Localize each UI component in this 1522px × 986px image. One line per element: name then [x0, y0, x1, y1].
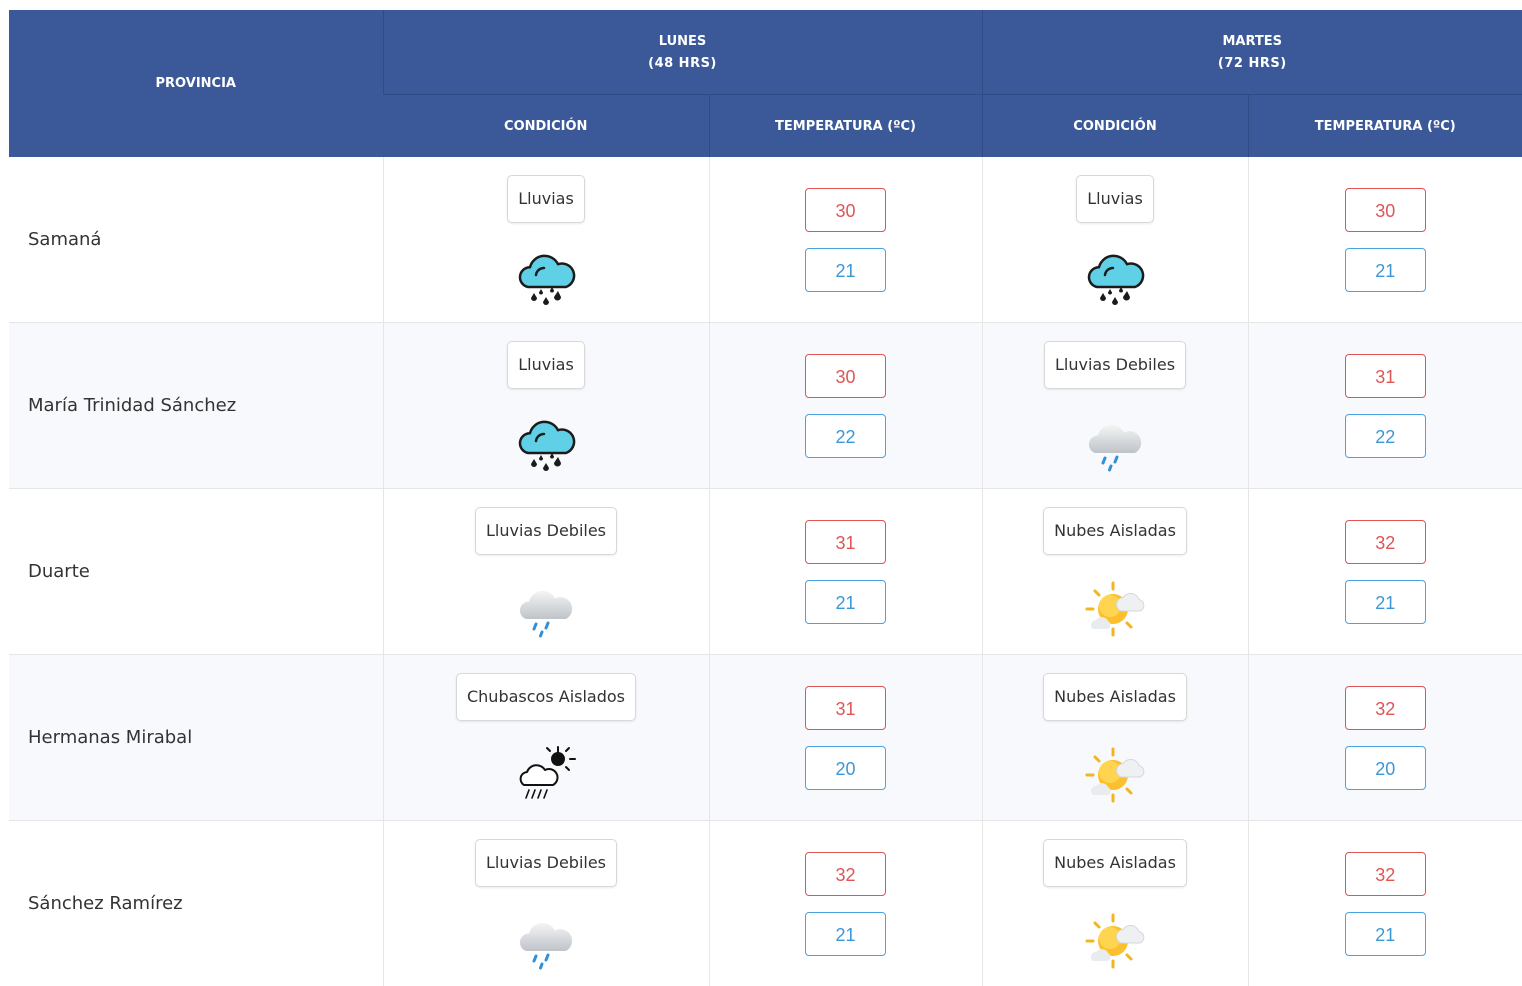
- sun-cloud-icon: [1083, 577, 1147, 641]
- table-row: Duarte Lluvias Debiles 31 21 Nubes Aisla…: [9, 489, 1522, 655]
- day-1-condition-cell: Lluvias Debiles: [383, 821, 709, 986]
- header-day-1: LUNES (48 HRS): [383, 10, 982, 95]
- day-1-temperature-cell: 31 21: [709, 489, 982, 655]
- day-2-max-temp: 31: [1345, 354, 1426, 398]
- rain-cloud-icon: [1083, 245, 1147, 309]
- province-name: Duarte: [9, 489, 383, 655]
- rain-cloud-icon: [514, 245, 578, 309]
- day-2-condition-label: Nubes Aisladas: [1043, 507, 1187, 555]
- table-body: Samaná Lluvias 30 21 Lluvias 30 21 María…: [9, 157, 1522, 986]
- day-1-condition-label: Lluvias Debiles: [475, 507, 617, 555]
- day-1-max-temp: 30: [805, 188, 886, 232]
- day-2-max-temp: 32: [1345, 520, 1426, 564]
- day-2-condition-cell: Lluvias Debiles: [982, 323, 1248, 489]
- day-2-condition-label: Lluvias Debiles: [1044, 341, 1186, 389]
- day-2-condition-cell: Nubes Aisladas: [982, 655, 1248, 821]
- table-row: Samaná Lluvias 30 21 Lluvias 30 21: [9, 157, 1522, 323]
- header-province: PROVINCIA: [9, 10, 383, 157]
- day-1-min-temp: 22: [805, 414, 886, 458]
- day-2-condition-cell: Lluvias: [982, 157, 1248, 323]
- province-name: María Trinidad Sánchez: [9, 323, 383, 489]
- day-1-condition-cell: Lluvias: [383, 323, 709, 489]
- sun-cloud-icon: [1083, 743, 1147, 807]
- day-2-condition-label: Lluvias: [1076, 175, 1154, 223]
- header-day-1-sub: (48 HRS): [648, 56, 717, 71]
- day-1-condition-label: Lluvias: [507, 175, 585, 223]
- day-1-temperature-cell: 32 21: [709, 821, 982, 986]
- day-1-min-temp: 21: [805, 580, 886, 624]
- day-2-temperature-cell: 32 21: [1248, 489, 1522, 655]
- province-name: Hermanas Mirabal: [9, 655, 383, 821]
- day-1-condition-cell: Lluvias: [383, 157, 709, 323]
- day-1-temperature-cell: 30 22: [709, 323, 982, 489]
- light-rain-icon: [514, 577, 578, 641]
- day-2-condition-cell: Nubes Aisladas: [982, 489, 1248, 655]
- province-name: Samaná: [9, 157, 383, 323]
- day-2-temperature-cell: 30 21: [1248, 157, 1522, 323]
- day-2-min-temp: 21: [1345, 248, 1426, 292]
- table-row: María Trinidad Sánchez Lluvias 30 22 Llu…: [9, 323, 1522, 489]
- day-1-min-temp: 21: [805, 248, 886, 292]
- day-2-min-temp: 22: [1345, 414, 1426, 458]
- day-1-temperature-cell: 31 20: [709, 655, 982, 821]
- header-day-1-condition: CONDICIÓN: [383, 95, 709, 158]
- table-header: PROVINCIA LUNES (48 HRS) MARTES (72 HRS)…: [9, 10, 1522, 157]
- header-day-1-temperature: TEMPERATURA (ºC): [709, 95, 982, 158]
- day-2-max-temp: 30: [1345, 188, 1426, 232]
- sun-cloud-icon: [1083, 909, 1147, 973]
- day-1-temperature-cell: 30 21: [709, 157, 982, 323]
- forecast-table-container: PROVINCIA LUNES (48 HRS) MARTES (72 HRS)…: [9, 10, 1522, 986]
- header-day-1-name: LUNES: [659, 34, 707, 49]
- day-2-temperature-cell: 32 20: [1248, 655, 1522, 821]
- header-day-2-condition: CONDICIÓN: [982, 95, 1248, 158]
- day-2-min-temp: 20: [1345, 746, 1426, 790]
- header-day-2-name: MARTES: [1223, 34, 1283, 49]
- day-1-max-temp: 31: [805, 520, 886, 564]
- day-2-temperature-cell: 31 22: [1248, 323, 1522, 489]
- day-1-max-temp: 31: [805, 686, 886, 730]
- sun-shower-icon: [514, 743, 578, 807]
- header-day-2-sub: (72 HRS): [1218, 56, 1287, 71]
- day-2-condition-label: Nubes Aisladas: [1043, 673, 1187, 721]
- day-2-condition-cell: Nubes Aisladas: [982, 821, 1248, 986]
- day-1-condition-cell: Lluvias Debiles: [383, 489, 709, 655]
- table-row: Sánchez Ramírez Lluvias Debiles 32 21 Nu…: [9, 821, 1522, 986]
- forecast-table: PROVINCIA LUNES (48 HRS) MARTES (72 HRS)…: [9, 10, 1522, 986]
- day-2-max-temp: 32: [1345, 852, 1426, 896]
- day-2-min-temp: 21: [1345, 580, 1426, 624]
- table-row: Hermanas Mirabal Chubascos Aislados 31 2…: [9, 655, 1522, 821]
- province-name: Sánchez Ramírez: [9, 821, 383, 986]
- day-1-condition-label: Lluvias Debiles: [475, 839, 617, 887]
- day-1-max-temp: 30: [805, 354, 886, 398]
- light-rain-icon: [514, 909, 578, 973]
- day-1-min-temp: 20: [805, 746, 886, 790]
- day-2-max-temp: 32: [1345, 686, 1426, 730]
- light-rain-icon: [1083, 411, 1147, 475]
- day-1-condition-cell: Chubascos Aislados: [383, 655, 709, 821]
- day-2-condition-label: Nubes Aisladas: [1043, 839, 1187, 887]
- day-2-min-temp: 21: [1345, 912, 1426, 956]
- day-1-min-temp: 21: [805, 912, 886, 956]
- header-day-2-temperature: TEMPERATURA (ºC): [1248, 95, 1522, 158]
- rain-cloud-icon: [514, 411, 578, 475]
- day-1-condition-label: Chubascos Aislados: [456, 673, 636, 721]
- header-day-2: MARTES (72 HRS): [982, 10, 1522, 95]
- day-1-condition-label: Lluvias: [507, 341, 585, 389]
- day-1-max-temp: 32: [805, 852, 886, 896]
- day-2-temperature-cell: 32 21: [1248, 821, 1522, 986]
